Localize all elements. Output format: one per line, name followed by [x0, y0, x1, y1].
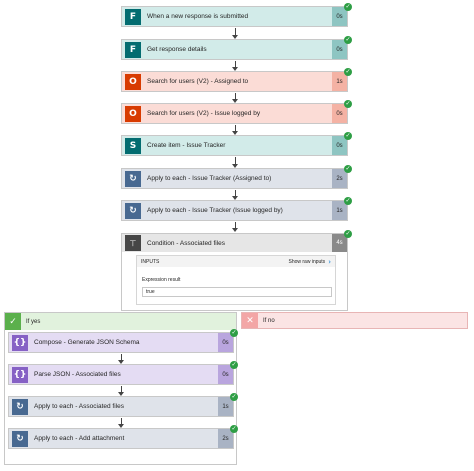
flow-run-canvas: F When a new response is submitted 0s ✓ … — [0, 0, 474, 471]
loop-icon: ↻ — [12, 431, 28, 447]
success-check-icon: ✓ — [230, 425, 238, 433]
branch-yes-header[interactable]: ✓ If yes — [5, 313, 236, 330]
office365-icon: O — [125, 74, 141, 90]
checkmark-icon: ✓ — [5, 313, 21, 330]
success-check-icon: ✓ — [344, 100, 352, 108]
step-label: Get response details — [147, 46, 207, 53]
condition-label: Condition - Associated files — [147, 239, 226, 247]
inputs-title: INPUTS — [141, 258, 160, 265]
step-label: Search for users (V2) - Assigned to — [147, 78, 249, 85]
success-check-icon: ✓ — [344, 36, 352, 44]
step-apply-associated-files[interactable]: ↻ Apply to each - Associated files 1s — [8, 396, 234, 417]
condition-icon: ⊤ — [125, 235, 141, 251]
step-label: Apply to each - Associated files — [34, 403, 124, 410]
sharepoint-icon: S — [125, 138, 141, 154]
expression-result-label: Expression result — [142, 277, 181, 283]
success-check-icon: ✓ — [230, 393, 238, 401]
show-raw-inputs-link[interactable]: Show raw inputs — [289, 259, 326, 265]
step-apply-logged[interactable]: ↻ Apply to each - Issue Tracker (Issue l… — [121, 200, 348, 221]
step-compose-schema[interactable]: {} Compose - Generate JSON Schema 0s — [8, 332, 234, 353]
success-check-icon: ✓ — [230, 329, 238, 337]
branch-if-no[interactable]: ✕ If no — [241, 312, 468, 329]
step-label: Apply to each - Add attachment — [34, 435, 125, 442]
loop-icon: ↻ — [12, 399, 28, 415]
step-parse-json[interactable]: {} Parse JSON - Associated files 0s — [8, 364, 234, 385]
loop-icon: ↻ — [125, 203, 141, 219]
step-label: Compose - Generate JSON Schema — [34, 339, 140, 346]
step-label: Apply to each - Issue Tracker (Issue log… — [147, 207, 283, 214]
close-icon: ✕ — [242, 313, 258, 328]
step-apply-assigned[interactable]: ↻ Apply to each - Issue Tracker (Assigne… — [121, 168, 348, 189]
chevron-right-icon[interactable]: › — [328, 258, 331, 266]
success-check-icon: ✓ — [344, 68, 352, 76]
success-check-icon: ✓ — [344, 132, 352, 140]
loop-icon: ↻ — [125, 171, 141, 187]
forms-icon: F — [125, 42, 141, 58]
arrow-down-icon — [232, 228, 238, 232]
inputs-bar[interactable]: INPUTS Show raw inputs › — [137, 256, 335, 267]
step-apply-add-attachment[interactable]: ↻ Apply to each - Add attachment 2s — [8, 428, 234, 449]
step-forms-trigger[interactable]: F When a new response is submitted 0s — [121, 6, 348, 27]
step-search-users-logged[interactable]: O Search for users (V2) - Issue logged b… — [121, 103, 348, 124]
data-operation-icon: {} — [12, 335, 28, 351]
expression-result-value: true — [142, 287, 332, 297]
step-label: Search for users (V2) - Issue logged by — [147, 110, 261, 117]
office365-icon: O — [125, 106, 141, 122]
condition-card[interactable]: ⊤ Condition - Associated files 4s INPUTS… — [121, 233, 348, 311]
success-check-icon: ✓ — [344, 165, 352, 173]
success-check-icon: ✓ — [344, 230, 352, 238]
step-label: Create item - Issue Tracker — [147, 142, 226, 149]
data-operation-icon: {} — [12, 367, 28, 383]
success-check-icon: ✓ — [230, 361, 238, 369]
success-check-icon: ✓ — [344, 197, 352, 205]
branch-yes-label: If yes — [26, 318, 41, 325]
condition-header[interactable]: ⊤ Condition - Associated files 4s — [122, 234, 347, 252]
inputs-panel: INPUTS Show raw inputs › Expression resu… — [136, 255, 336, 305]
step-search-users-assigned[interactable]: O Search for users (V2) - Assigned to 1s — [121, 71, 348, 92]
step-label: When a new response is submitted — [147, 13, 249, 20]
step-label: Apply to each - Issue Tracker (Assigned … — [147, 175, 272, 182]
branch-no-label: If no — [263, 317, 275, 324]
step-get-response[interactable]: F Get response details 0s — [121, 39, 348, 60]
step-create-item[interactable]: S Create item - Issue Tracker 0s — [121, 135, 348, 156]
success-check-icon: ✓ — [344, 3, 352, 11]
forms-icon: F — [125, 9, 141, 25]
step-label: Parse JSON - Associated files — [34, 371, 121, 378]
